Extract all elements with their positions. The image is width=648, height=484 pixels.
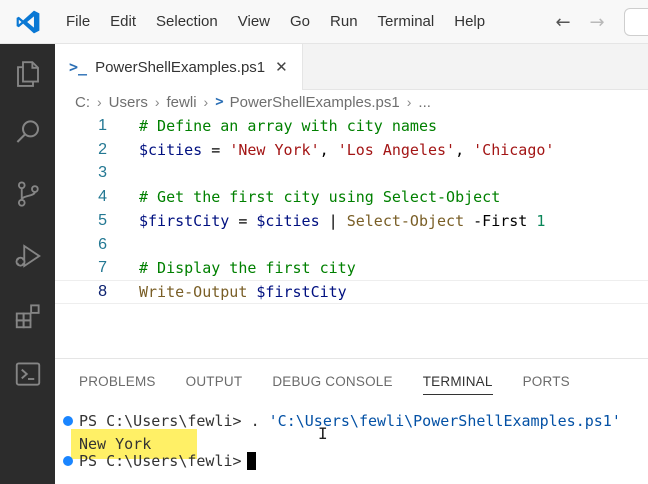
code-token: $cities	[256, 211, 320, 230]
command-status-dot-icon[interactable]	[63, 416, 73, 426]
code-token: 'New York'	[229, 140, 320, 159]
tab-problems[interactable]: PROBLEMS	[79, 359, 156, 403]
breadcrumb-users[interactable]: Users	[109, 94, 148, 111]
tab-powershell-examples[interactable]: >_ PowerShellExamples.ps1 ✕	[55, 44, 303, 90]
menu-go[interactable]: Go	[280, 0, 320, 44]
tab-output[interactable]: OUTPUT	[186, 359, 243, 403]
menu-run[interactable]: Run	[320, 0, 368, 44]
terminal-prompt: PS C:\Users\fewli>	[79, 452, 251, 470]
code-token: Write-Output	[139, 282, 248, 301]
line-number: 7	[98, 259, 107, 277]
code-token: $firstCity	[256, 282, 347, 301]
mouse-ibeam-cursor-icon: I	[318, 424, 328, 443]
powershell-icon: >	[215, 94, 224, 110]
code-line[interactable]: 5 $firstCity = $cities | Select-Object -F…	[55, 209, 648, 233]
forward-arrow-icon[interactable]: →	[586, 12, 608, 33]
menu-terminal[interactable]: Terminal	[368, 0, 445, 44]
chevron-right-icon: ›	[406, 94, 412, 110]
code-token: -First	[464, 211, 537, 230]
menu-file[interactable]: File	[56, 0, 100, 44]
code-token: $cities	[139, 140, 203, 159]
code-line[interactable]: 1 # Define an array with city names	[55, 114, 648, 138]
bottom-panel: PROBLEMS OUTPUT DEBUG CONSOLE TERMINAL P…	[55, 358, 648, 484]
menu-help[interactable]: Help	[444, 0, 495, 44]
code-line[interactable]: 7 # Display the first city	[55, 256, 648, 280]
line-code: # Define an array with city names	[139, 117, 437, 135]
line-number: 3	[98, 164, 107, 182]
chevron-right-icon: ›	[203, 94, 209, 110]
breadcrumb-symbols[interactable]: ...	[418, 94, 431, 111]
panel-tabs: PROBLEMS OUTPUT DEBUG CONSOLE TERMINAL P…	[55, 359, 648, 403]
code-token: |	[319, 211, 347, 230]
line-number: 4	[98, 188, 107, 206]
line-number: 8	[98, 282, 107, 300]
breadcrumb: C: › Users › fewli › > PowerShellExample…	[55, 90, 648, 114]
code-token: =	[202, 140, 230, 159]
code-line[interactable]: 2 $cities = 'New York', 'Los Angeles', 'C…	[55, 138, 648, 162]
code-line[interactable]: 8 Write-Output $firstCity	[55, 279, 648, 304]
tab-label: PowerShellExamples.ps1	[95, 58, 266, 76]
run-debug-icon[interactable]	[0, 228, 55, 284]
code-token: =	[229, 211, 257, 230]
code-editor[interactable]: 1 # Define an array with city names 2 $citi…	[55, 114, 648, 358]
chevron-right-icon: ›	[97, 94, 102, 110]
code-token: 'Los Angeles'	[337, 140, 456, 159]
title-bar: File Edit Selection View Go Run Terminal…	[0, 0, 648, 44]
code-token: 'Chicago'	[473, 140, 555, 159]
menu-selection[interactable]: Selection	[146, 0, 228, 44]
source-control-icon[interactable]	[0, 166, 55, 222]
command-status-dot-icon[interactable]	[63, 456, 73, 466]
search-icon[interactable]	[0, 104, 55, 160]
code-line[interactable]: 6	[55, 233, 648, 257]
line-number: 2	[98, 140, 107, 158]
terminal-cursor	[246, 452, 256, 470]
code-token: # Get the first city using Select-Object	[139, 188, 501, 207]
editor-tabs: >_ PowerShellExamples.ps1 ✕	[55, 44, 648, 90]
powershell-panel-icon[interactable]	[0, 346, 55, 402]
powershell-icon: >_	[69, 58, 88, 76]
line-number: 5	[98, 211, 107, 229]
breadcrumb-fewli[interactable]: fewli	[167, 94, 197, 111]
terminal-output: New York	[79, 435, 152, 453]
line-number: 6	[98, 235, 107, 253]
code-token: Select-Object	[346, 211, 465, 230]
menu-bar: File Edit Selection View Go Run Terminal…	[56, 0, 495, 44]
code-token: 1	[536, 211, 546, 230]
terminal-prompt: PS C:\Users\fewli>	[79, 412, 251, 430]
vscode-logo-icon	[0, 0, 56, 44]
code-token: ,	[455, 140, 474, 159]
terminal-command-prefix: .	[250, 412, 269, 430]
code-token: # Define an array with city names	[139, 117, 438, 135]
code-line[interactable]: 4 # Get the first city using Select-Objec…	[55, 185, 648, 209]
line-code: Write-Output $firstCity	[139, 283, 347, 301]
menu-edit[interactable]: Edit	[100, 0, 146, 44]
code-token: ,	[319, 140, 338, 159]
explorer-icon[interactable]	[0, 46, 55, 102]
breadcrumb-file[interactable]: PowerShellExamples.ps1	[230, 94, 400, 111]
terminal-prompt-line[interactable]: PS C:\Users\fewli>	[55, 450, 648, 472]
activity-bar	[0, 44, 55, 484]
code-token: $firstCity	[139, 211, 230, 230]
line-code: # Get the first city using Select-Object	[139, 188, 500, 206]
code-token: # Display the first city	[139, 259, 356, 278]
tab-ports[interactable]: PORTS	[523, 359, 570, 403]
breadcrumb-drive[interactable]: C:	[75, 94, 90, 111]
line-number: 1	[98, 117, 107, 134]
tab-debug-console[interactable]: DEBUG CONSOLE	[272, 359, 392, 403]
command-center-search[interactable]	[624, 8, 648, 36]
extensions-icon[interactable]	[0, 288, 55, 344]
tab-terminal[interactable]: TERMINAL	[422, 359, 493, 403]
line-code: $cities = 'New York', 'Los Angeles', 'Ch…	[139, 141, 554, 159]
navigation-arrows: ← →	[552, 0, 608, 44]
chevron-right-icon: ›	[154, 94, 160, 110]
menu-view[interactable]: View	[228, 0, 280, 44]
close-icon[interactable]: ✕	[275, 58, 288, 76]
line-code: # Display the first city	[139, 259, 356, 277]
back-arrow-icon[interactable]: ←	[552, 12, 574, 33]
code-line[interactable]: 3	[55, 161, 648, 185]
line-code: $firstCity = $cities | Select-Object -Fi…	[139, 212, 545, 230]
